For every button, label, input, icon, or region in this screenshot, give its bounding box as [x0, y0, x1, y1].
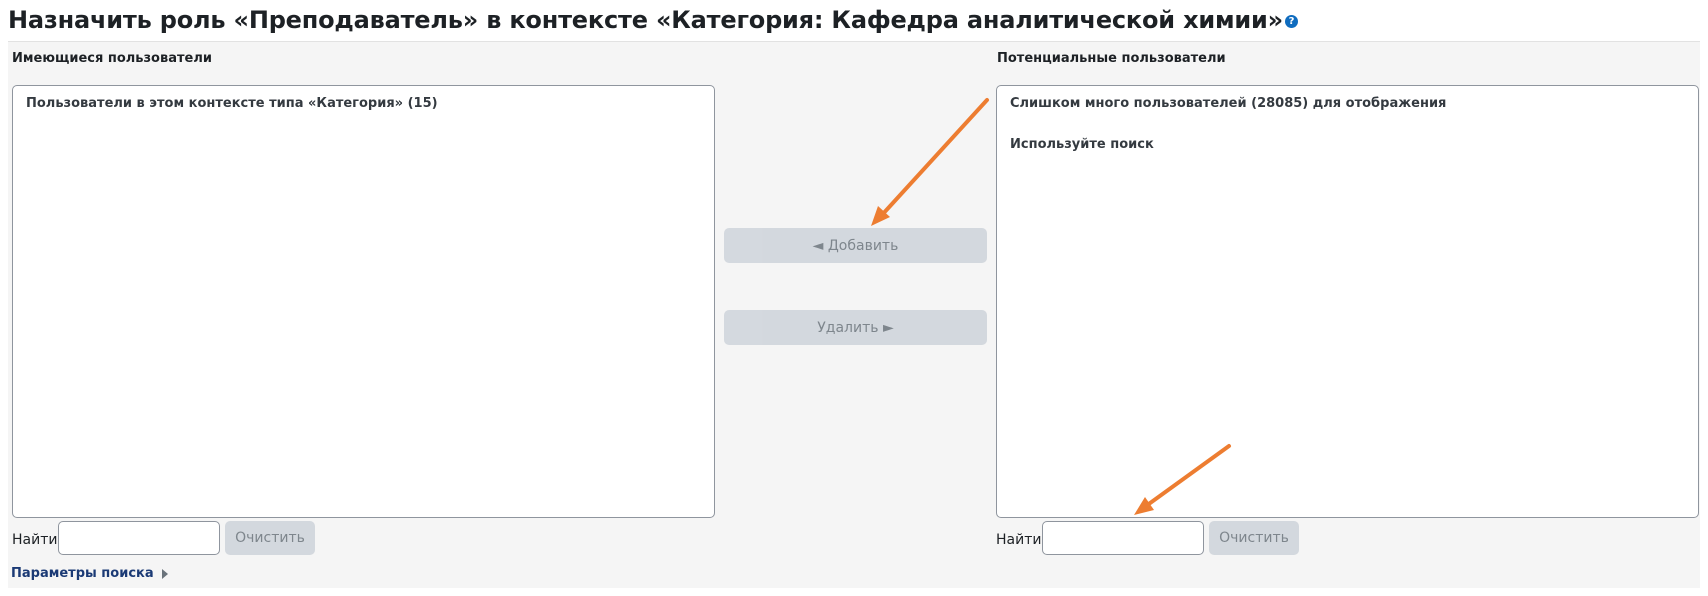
potential-clear-button[interactable]: Очистить	[1209, 521, 1299, 555]
existing-find-label: Найти	[12, 532, 58, 548]
remove-button[interactable]: Удалить ►	[724, 310, 987, 345]
help-icon[interactable]: ?	[1284, 14, 1298, 28]
caret-right-icon	[161, 568, 168, 579]
page-title-text: Назначить роль «Преподаватель» в контекс…	[8, 6, 1283, 34]
existing-search-input[interactable]	[58, 521, 220, 555]
existing-users-list[interactable]: Пользователи в этом контексте типа «Кате…	[12, 85, 715, 518]
search-options-toggle[interactable]: Параметры поиска	[11, 566, 168, 581]
search-options-label: Параметры поиска	[11, 566, 154, 581]
page-title: Назначить роль «Преподаватель» в контекс…	[8, 6, 1298, 34]
potential-users-title: Потенциальные пользователи	[997, 51, 1226, 66]
existing-clear-button[interactable]: Очистить	[225, 521, 315, 555]
existing-users-group-label: Пользователи в этом контексте типа «Кате…	[26, 96, 438, 111]
potential-users-list[interactable]: Слишком много пользователей (28085) для …	[996, 85, 1699, 518]
potential-find-label: Найти	[996, 532, 1042, 548]
existing-users-title: Имеющиеся пользователи	[12, 51, 212, 66]
potential-search-input[interactable]	[1042, 521, 1204, 555]
potential-too-many-message: Слишком много пользователей (28085) для …	[1010, 96, 1447, 111]
add-button[interactable]: ◄ Добавить	[724, 228, 987, 263]
potential-use-search-message: Используйте поиск	[1010, 137, 1154, 152]
